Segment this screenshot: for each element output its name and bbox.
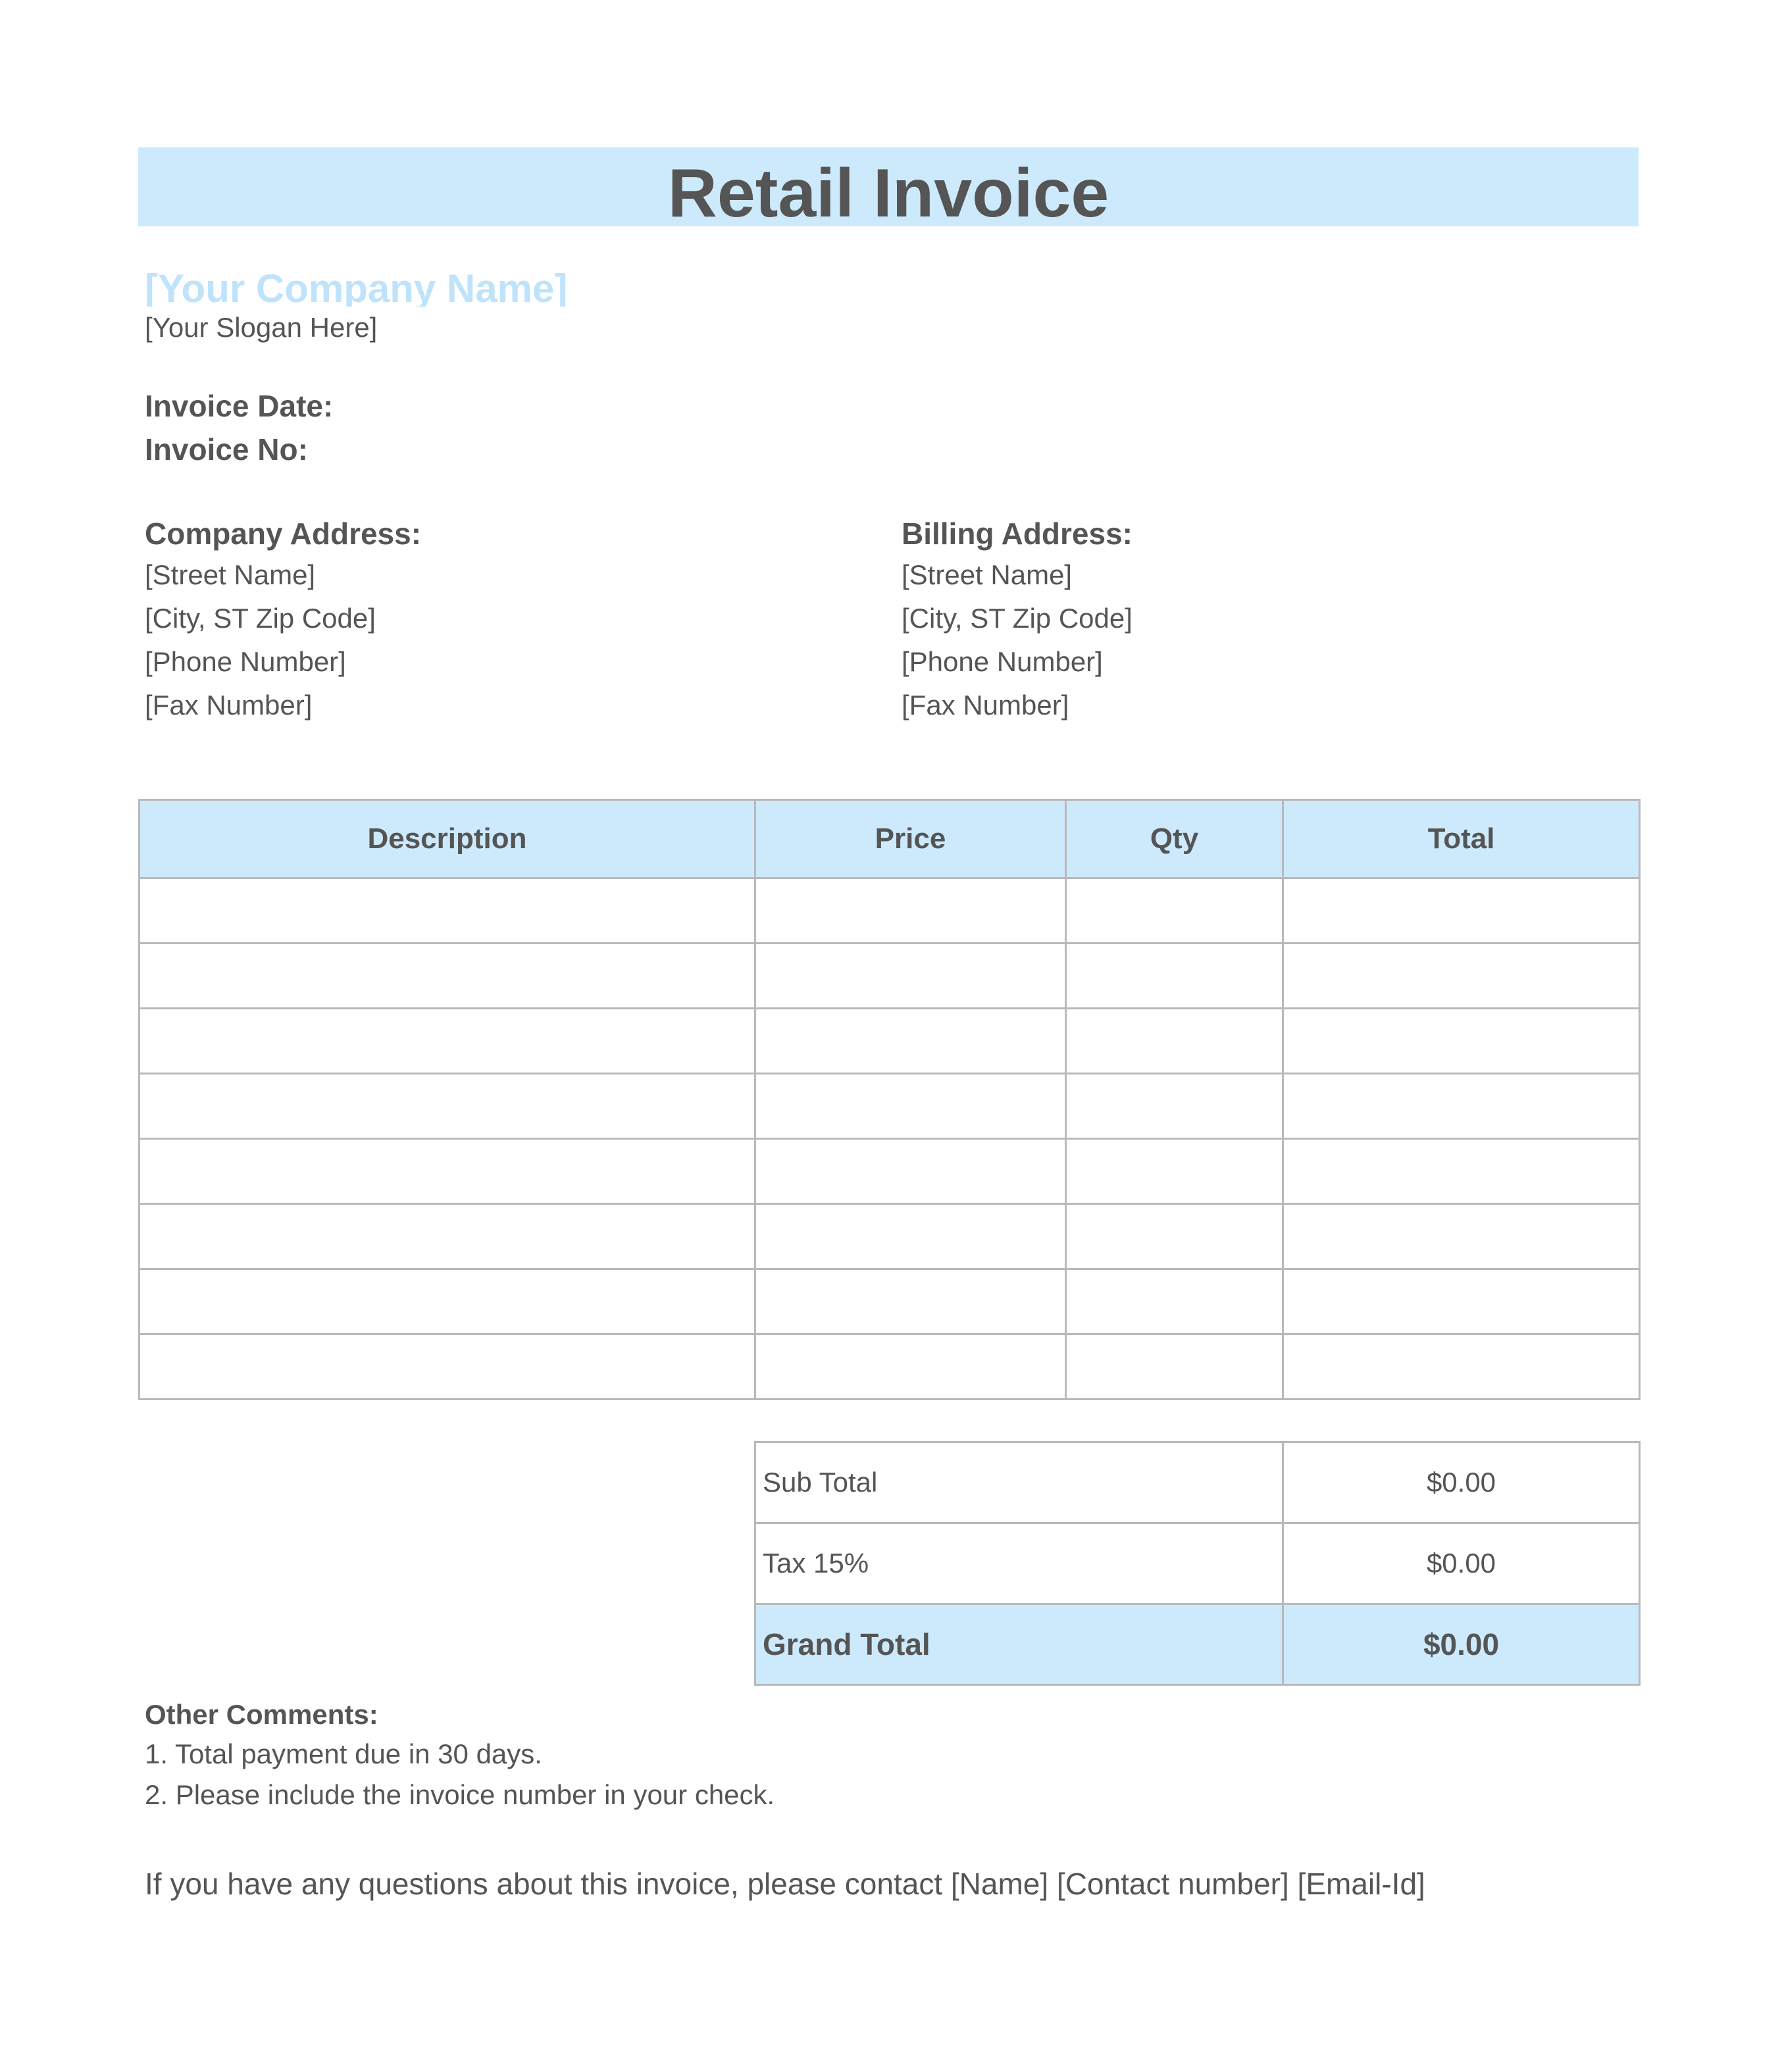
billing-phone: [Phone Number] xyxy=(902,646,1103,677)
price-cell[interactable] xyxy=(754,1073,1067,1140)
company-slogan: [Your Slogan Here] xyxy=(145,312,378,343)
qty-cell[interactable] xyxy=(1065,1268,1284,1335)
comment-item: 1. Total payment due in 30 days. xyxy=(145,1738,542,1769)
price-cell[interactable] xyxy=(754,877,1067,944)
company-name: [Your Company Name] xyxy=(145,266,568,307)
description-cell[interactable] xyxy=(138,1203,756,1270)
qty-cell[interactable] xyxy=(1065,1007,1284,1074)
total-cell[interactable] xyxy=(1282,1073,1641,1140)
company-city: [City, ST Zip Code] xyxy=(145,603,376,634)
title-band: Retail Invoice xyxy=(138,147,1639,226)
qty-cell[interactable] xyxy=(1065,1203,1284,1270)
price-cell[interactable] xyxy=(754,1138,1067,1205)
header-description: Description xyxy=(138,799,756,879)
item-row xyxy=(138,1333,1641,1400)
tax-label: Tax 15% xyxy=(754,1522,1284,1605)
total-cell[interactable] xyxy=(1282,942,1641,1009)
company-street: [Street Name] xyxy=(145,559,316,590)
billing-address-heading: Billing Address: xyxy=(902,517,1133,551)
item-row xyxy=(138,877,1641,944)
totals-table: Sub Total $0.00 Tax 15% $0.00 Grand Tota… xyxy=(754,1441,1641,1686)
comments-heading: Other Comments: xyxy=(145,1699,378,1730)
item-row xyxy=(138,1268,1641,1335)
item-row xyxy=(138,1073,1641,1140)
description-cell[interactable] xyxy=(138,1138,756,1205)
price-cell[interactable] xyxy=(754,1268,1067,1335)
description-cell[interactable] xyxy=(138,1007,756,1074)
price-cell[interactable] xyxy=(754,942,1067,1009)
item-row xyxy=(138,1138,1641,1205)
subtotal-row: Sub Total $0.00 xyxy=(754,1441,1641,1524)
item-row xyxy=(138,1007,1641,1074)
description-cell[interactable] xyxy=(138,877,756,944)
items-table: Description Price Qty Total xyxy=(138,799,1641,1400)
invoice-title: Retail Invoice xyxy=(667,155,1109,226)
items-header-row: Description Price Qty Total xyxy=(138,799,1641,879)
total-cell[interactable] xyxy=(1282,1333,1641,1400)
price-cell[interactable] xyxy=(754,1333,1067,1400)
header-total: Total xyxy=(1282,799,1641,879)
billing-fax: [Fax Number] xyxy=(902,690,1069,720)
grand-total-row: Grand Total $0.00 xyxy=(754,1603,1641,1686)
qty-cell[interactable] xyxy=(1065,877,1284,944)
invoice-number-label: Invoice No: xyxy=(145,432,308,467)
qty-cell[interactable] xyxy=(1065,1073,1284,1140)
billing-street: [Street Name] xyxy=(902,559,1073,590)
invoice-date-label: Invoice Date: xyxy=(145,389,334,423)
description-cell[interactable] xyxy=(138,1333,756,1400)
description-cell[interactable] xyxy=(138,942,756,1009)
comment-item: 2. Please include the invoice number in … xyxy=(145,1779,775,1810)
grand-total-value[interactable]: $0.00 xyxy=(1282,1603,1641,1686)
total-cell[interactable] xyxy=(1282,1268,1641,1335)
subtotal-value[interactable]: $0.00 xyxy=(1282,1441,1641,1524)
tax-row: Tax 15% $0.00 xyxy=(754,1522,1641,1605)
item-row xyxy=(138,1203,1641,1270)
item-row xyxy=(138,942,1641,1009)
description-cell[interactable] xyxy=(138,1268,756,1335)
total-cell[interactable] xyxy=(1282,877,1641,944)
total-cell[interactable] xyxy=(1282,1138,1641,1205)
price-cell[interactable] xyxy=(754,1007,1067,1074)
header-qty: Qty xyxy=(1065,799,1284,879)
tax-value[interactable]: $0.00 xyxy=(1282,1522,1641,1605)
grand-total-label: Grand Total xyxy=(754,1603,1284,1686)
price-cell[interactable] xyxy=(754,1203,1067,1270)
qty-cell[interactable] xyxy=(1065,1138,1284,1205)
company-phone: [Phone Number] xyxy=(145,646,346,677)
subtotal-label: Sub Total xyxy=(754,1441,1284,1524)
contact-line: If you have any questions about this inv… xyxy=(145,1867,1425,1901)
total-cell[interactable] xyxy=(1282,1203,1641,1270)
qty-cell[interactable] xyxy=(1065,942,1284,1009)
company-address-heading: Company Address: xyxy=(145,517,422,551)
company-fax: [Fax Number] xyxy=(145,690,313,720)
billing-city: [City, ST Zip Code] xyxy=(902,603,1133,634)
description-cell[interactable] xyxy=(138,1073,756,1140)
qty-cell[interactable] xyxy=(1065,1333,1284,1400)
header-price: Price xyxy=(754,799,1067,879)
total-cell[interactable] xyxy=(1282,1007,1641,1074)
